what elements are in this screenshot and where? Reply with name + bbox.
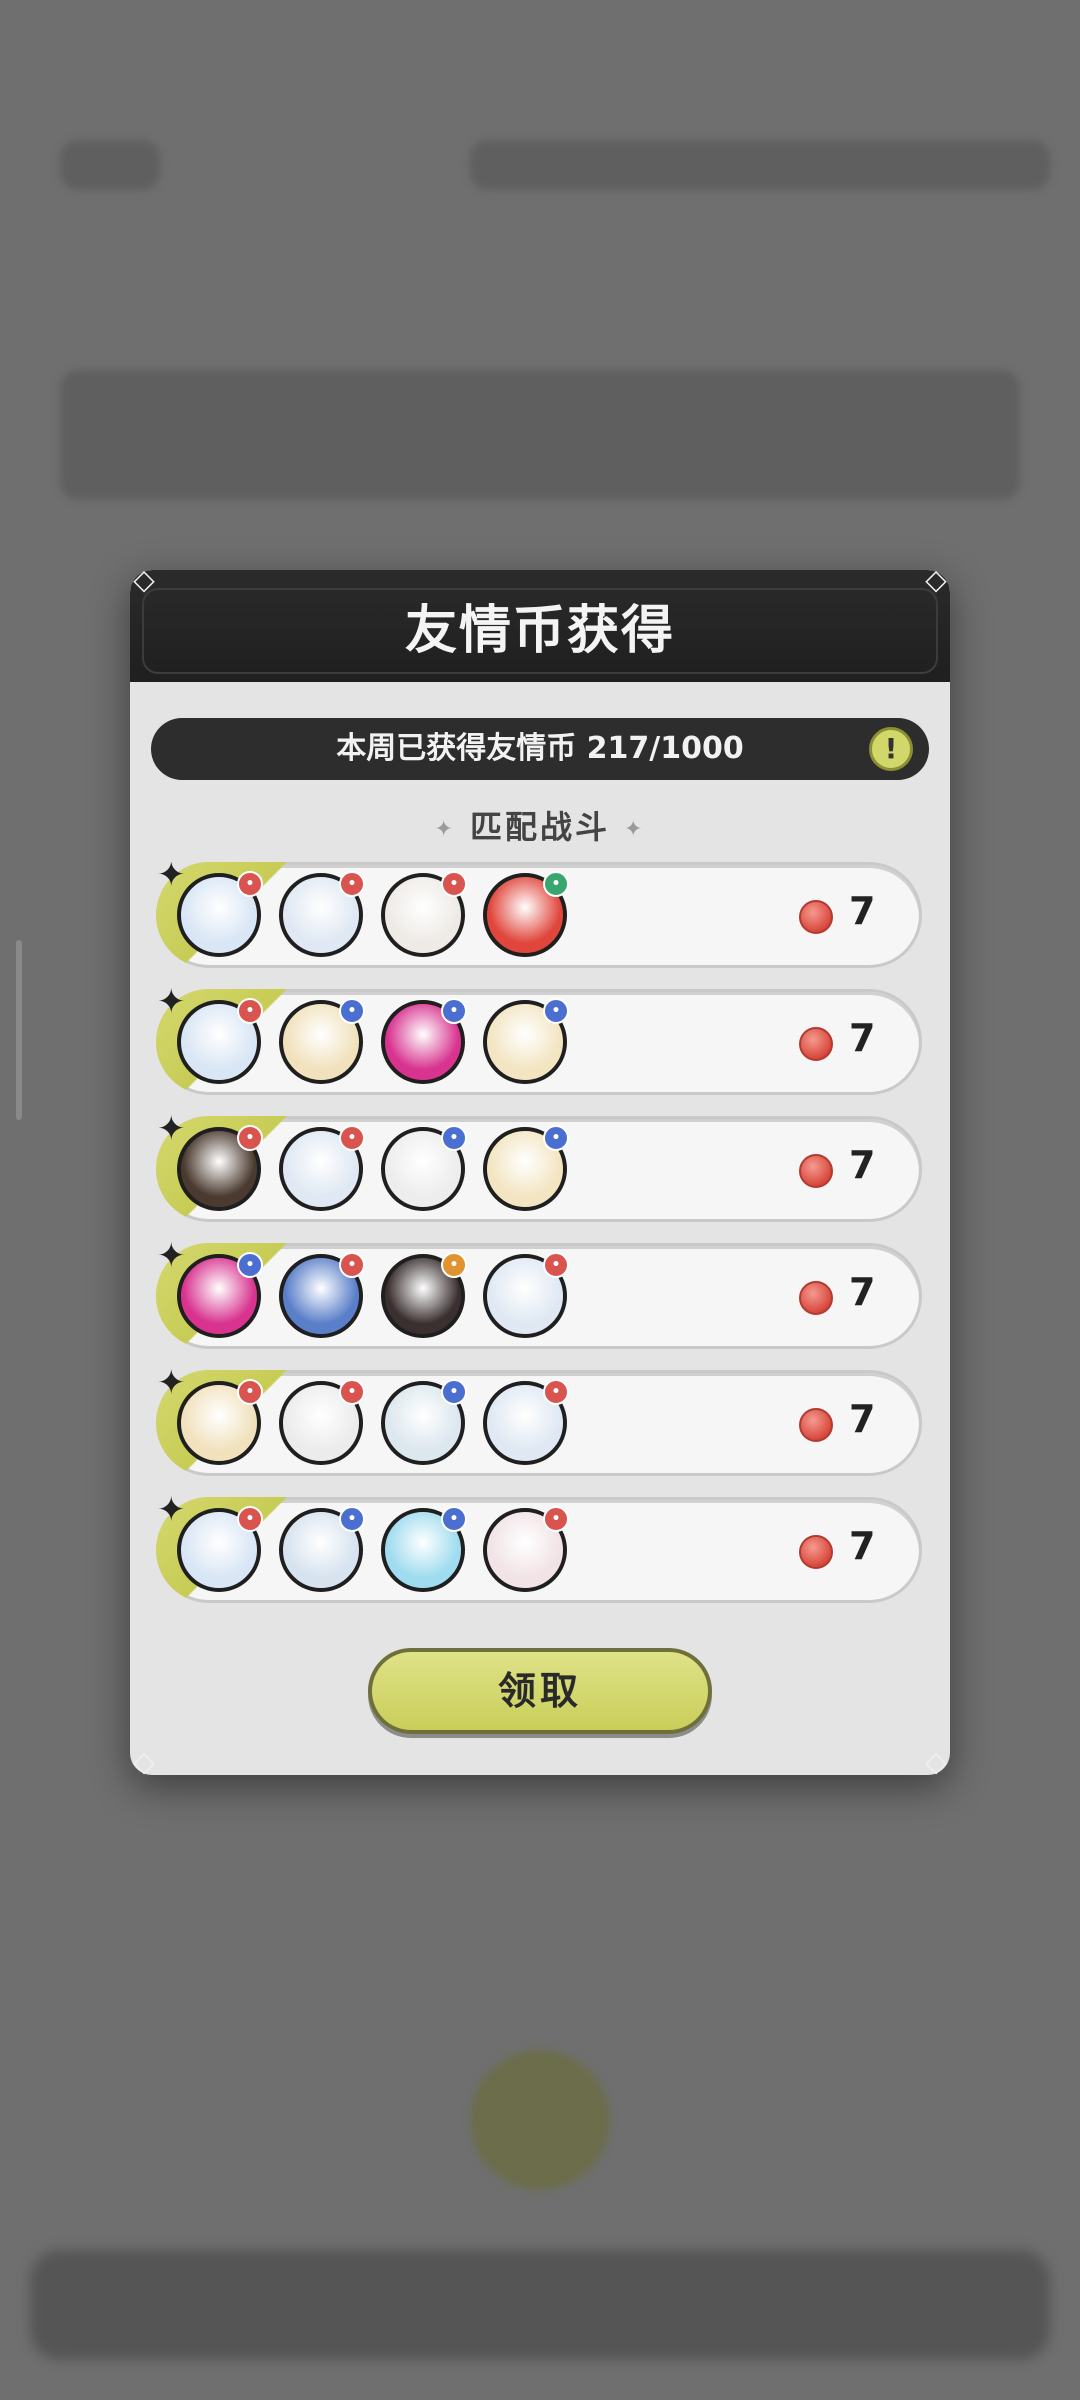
character-avatar: • bbox=[279, 1379, 365, 1465]
weekly-progress-text: 本周已获得友情币 217/1000 bbox=[336, 731, 744, 766]
star-icon: ✦ bbox=[157, 1109, 186, 1149]
element-badge-icon: • bbox=[237, 1379, 263, 1405]
element-badge-icon: • bbox=[339, 1506, 365, 1532]
star-icon: ✦ bbox=[157, 1363, 186, 1403]
character-avatar: • bbox=[381, 1379, 467, 1465]
corner-ornament-icon: ◇ bbox=[133, 563, 155, 596]
reward-row: ✦ • • • • 7 bbox=[156, 1236, 922, 1349]
character-avatar: • bbox=[381, 1252, 467, 1338]
character-avatar: • bbox=[177, 1379, 263, 1465]
element-badge-icon: • bbox=[543, 998, 569, 1024]
friendship-coin-icon bbox=[799, 1281, 833, 1315]
character-avatar: • bbox=[279, 1252, 365, 1338]
character-avatar: • bbox=[381, 871, 467, 957]
friendship-coin-icon bbox=[799, 1535, 833, 1569]
character-avatar: • bbox=[279, 1125, 365, 1211]
bg-tabs-blur bbox=[470, 140, 1050, 190]
element-badge-icon: • bbox=[543, 1506, 569, 1532]
friendship-coin-icon bbox=[799, 1027, 833, 1061]
coin-amount: 7 bbox=[849, 1524, 876, 1568]
character-avatar: • bbox=[177, 998, 263, 1084]
friendship-coin-icon bbox=[799, 1408, 833, 1442]
star-icon: ✦ bbox=[157, 1236, 186, 1276]
element-badge-icon: • bbox=[237, 871, 263, 897]
coin-amount: 7 bbox=[849, 1016, 876, 1060]
character-avatar: • bbox=[279, 871, 365, 957]
element-badge-icon: • bbox=[543, 1125, 569, 1151]
element-badge-icon: • bbox=[339, 1125, 365, 1151]
reward-row: ✦ • • • • 7 bbox=[156, 862, 922, 968]
reward-row: ✦ • • • • 7 bbox=[156, 982, 922, 1095]
section-title: ✦ 匹配战斗 ✦ bbox=[130, 802, 950, 848]
element-badge-icon: • bbox=[543, 1252, 569, 1278]
corner-ornament-icon: ◇ bbox=[925, 563, 947, 596]
element-badge-icon: • bbox=[237, 1252, 263, 1278]
element-badge-icon: • bbox=[339, 998, 365, 1024]
coin-amount: 7 bbox=[849, 1143, 876, 1187]
bg-center-button-blur bbox=[470, 2050, 610, 2190]
character-avatar: • bbox=[381, 998, 467, 1084]
side-scroll-handle bbox=[16, 940, 22, 1120]
coin-amount: 7 bbox=[849, 889, 876, 933]
star-icon: ✦ bbox=[157, 1490, 186, 1530]
section-title-text: 匹配战斗 bbox=[469, 808, 610, 846]
reward-list[interactable]: ✦ • • • • 7 ✦ • • • • 7 ✦ • • • • 7 ✦ • • • • 7 ✦ • • • • 7 ✦ • • • • 7 bbox=[156, 862, 926, 1607]
friendship-coin-modal: 友情币获得 本周已获得友情币 217/1000 ! ✦ 匹配战斗 ✦ ✦ • • • • 7 ✦… bbox=[130, 570, 950, 1775]
character-avatar: • bbox=[177, 871, 263, 957]
element-badge-icon: • bbox=[543, 871, 569, 897]
character-avatar: • bbox=[483, 1506, 569, 1592]
friendship-coin-icon bbox=[799, 1154, 833, 1188]
element-badge-icon: • bbox=[339, 1252, 365, 1278]
character-avatar: • bbox=[483, 998, 569, 1084]
corner-ornament-icon: ◇ bbox=[925, 1745, 947, 1778]
coin-amount: 7 bbox=[849, 1270, 876, 1314]
character-avatar: • bbox=[279, 998, 365, 1084]
coin-amount: 7 bbox=[849, 1397, 876, 1441]
sparkle-icon: ✦ bbox=[434, 816, 456, 842]
element-badge-icon: • bbox=[543, 1379, 569, 1405]
star-icon: ✦ bbox=[157, 862, 186, 895]
star-icon: ✦ bbox=[157, 982, 186, 1022]
character-avatar: • bbox=[483, 1379, 569, 1465]
reward-row: ✦ • • • • 7 bbox=[156, 1109, 922, 1222]
element-badge-icon: • bbox=[237, 1125, 263, 1151]
modal-header: 友情币获得 bbox=[130, 570, 950, 682]
element-badge-icon: • bbox=[339, 1379, 365, 1405]
character-avatar: • bbox=[279, 1506, 365, 1592]
bg-title-blur bbox=[60, 140, 160, 190]
reward-row: ✦ • • • • 7 bbox=[156, 1363, 922, 1476]
claim-button[interactable]: 领取 bbox=[368, 1648, 712, 1734]
character-avatar: • bbox=[483, 1252, 569, 1338]
character-avatar: • bbox=[483, 1125, 569, 1211]
element-badge-icon: • bbox=[339, 871, 365, 897]
element-badge-icon: • bbox=[441, 1125, 467, 1151]
character-avatar: • bbox=[483, 871, 569, 957]
element-badge-icon: • bbox=[237, 1506, 263, 1532]
bg-bottom-nav-blur bbox=[30, 2250, 1050, 2360]
element-badge-icon: • bbox=[441, 1379, 467, 1405]
friendship-coin-icon bbox=[799, 900, 833, 934]
element-badge-icon: • bbox=[441, 1506, 467, 1532]
corner-ornament-icon: ◇ bbox=[133, 1745, 155, 1778]
sparkle-icon: ✦ bbox=[624, 816, 646, 842]
character-avatar: • bbox=[177, 1125, 263, 1211]
element-badge-icon: • bbox=[441, 871, 467, 897]
character-avatar: • bbox=[177, 1506, 263, 1592]
exclamation-icon[interactable]: ! bbox=[869, 727, 913, 771]
element-badge-icon: • bbox=[441, 1252, 467, 1278]
bg-card-blur bbox=[60, 370, 1020, 500]
element-badge-icon: • bbox=[441, 998, 467, 1024]
element-badge-icon: • bbox=[237, 998, 263, 1024]
weekly-progress-bar: 本周已获得友情币 217/1000 ! bbox=[151, 718, 929, 780]
modal-title: 友情币获得 bbox=[404, 601, 675, 661]
reward-row: ✦ • • • • 7 bbox=[156, 1490, 922, 1603]
character-avatar: • bbox=[381, 1125, 467, 1211]
character-avatar: • bbox=[381, 1506, 467, 1592]
character-avatar: • bbox=[177, 1252, 263, 1338]
